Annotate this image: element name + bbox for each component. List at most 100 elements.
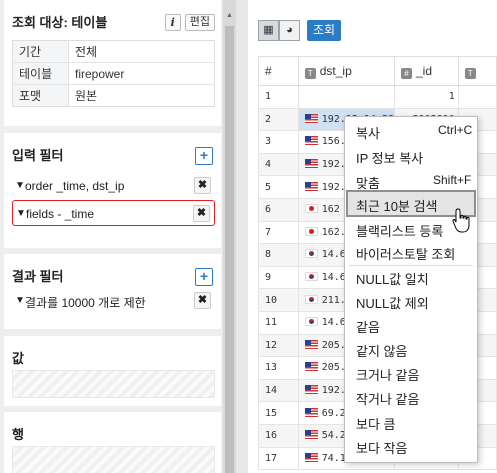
row-number-cell: 14 bbox=[258, 378, 299, 403]
menu-item-gte[interactable]: 크거나 같음 bbox=[356, 365, 419, 384]
dst-ip-text: 69.2 bbox=[321, 407, 346, 419]
table-view-button[interactable]: ▦ bbox=[258, 20, 279, 41]
menu-shortcut: Ctrl+C bbox=[438, 123, 473, 137]
row-number-cell: 11 bbox=[258, 310, 299, 335]
input-filter-item[interactable]: ▼ order _time, dst_ip ✖ bbox=[12, 173, 215, 199]
value-card: 값 bbox=[4, 336, 221, 406]
column-header-dst-ip[interactable]: Tdst_ip bbox=[297, 56, 396, 86]
dst-ip-cell[interactable] bbox=[297, 85, 396, 109]
edit-button[interactable]: 편집 bbox=[184, 14, 215, 31]
menu-item-null-exclude[interactable]: NULL값 제외 bbox=[356, 293, 429, 312]
hand-pointer-cursor-icon bbox=[452, 208, 470, 233]
dst-ip-text: 14.6 bbox=[321, 249, 346, 261]
dst-ip-text: 14.6 bbox=[321, 317, 346, 329]
menu-item-null-match[interactable]: NULL값 일치 bbox=[356, 269, 429, 288]
country-flag-icon bbox=[304, 113, 318, 123]
info-button[interactable]: i bbox=[164, 14, 181, 31]
dst-ip-text: 211. bbox=[321, 294, 346, 306]
menu-item-gt[interactable]: 보다 큼 bbox=[356, 414, 396, 433]
filter-text: fields - _time bbox=[26, 207, 95, 221]
value-title: 값 bbox=[12, 351, 24, 366]
country-flag-icon bbox=[304, 452, 318, 462]
number-type-icon: # bbox=[401, 67, 412, 79]
filter-icon: ▼ bbox=[15, 295, 25, 306]
dst-ip-text: 205. bbox=[321, 339, 346, 351]
row-title: 행 bbox=[12, 427, 24, 442]
country-flag-icon bbox=[304, 294, 318, 304]
menu-item-equal[interactable]: 같음 bbox=[356, 317, 380, 336]
result-filter-title: 결과 필터 bbox=[12, 269, 64, 284]
country-flag-icon bbox=[304, 407, 318, 417]
menu-item-lt[interactable]: 보다 작음 bbox=[356, 438, 407, 457]
filter-icon: ▼ bbox=[15, 180, 25, 191]
remove-filter-button[interactable]: ✖ bbox=[194, 292, 211, 309]
country-flag-icon bbox=[304, 339, 318, 349]
column-header-rownum[interactable]: # bbox=[258, 56, 299, 86]
input-filter-item[interactable]: ▼ fields - _time ✖ bbox=[12, 200, 215, 226]
id-cell[interactable]: 1 bbox=[394, 85, 459, 109]
meta-key: 기간 bbox=[12, 40, 69, 63]
row-number-cell: 8 bbox=[258, 243, 299, 267]
menu-item-not-equal[interactable]: 같지 않음 bbox=[356, 341, 407, 360]
row-number-cell: 13 bbox=[258, 356, 299, 380]
dst-ip-text: 162 bbox=[321, 204, 340, 216]
string-type-icon: T bbox=[304, 67, 316, 79]
country-flag-icon bbox=[304, 362, 318, 372]
table-row[interactable]: 11 bbox=[258, 85, 497, 109]
meta-value: 원본 bbox=[75, 89, 98, 103]
country-flag-icon bbox=[304, 159, 318, 169]
meta-value: 전체 bbox=[68, 40, 215, 63]
scrollbar-thumb[interactable] bbox=[225, 26, 234, 473]
remove-filter-button[interactable]: ✖ bbox=[193, 205, 210, 222]
context-menu: 복사 Ctrl+C IP 정보 복사 맞춤 Shift+F 최근 10분 검색 블랙… bbox=[344, 116, 478, 463]
row-number-cell: 9 bbox=[258, 265, 299, 290]
add-input-filter-button[interactable]: + bbox=[195, 147, 213, 165]
row-number-cell: 5 bbox=[258, 175, 299, 199]
row-number-cell: 7 bbox=[258, 220, 299, 245]
result-filter-card: 결과 필터 + ▼ 결과를 10000 개로 제한 ✖ bbox=[4, 254, 221, 329]
menu-item-search-last-10min[interactable]: 최근 10분 검색 bbox=[356, 196, 437, 215]
row-number-cell: 6 bbox=[258, 197, 299, 222]
value-drop-zone[interactable] bbox=[12, 370, 215, 398]
menu-item-copy-ip-info[interactable]: IP 정보 복사 bbox=[356, 148, 423, 167]
meta-value: firepower bbox=[68, 62, 215, 85]
input-filter-title: 입력 필터 bbox=[12, 148, 64, 163]
column-header-id[interactable]: # _id bbox=[394, 56, 459, 86]
dst-ip-text: 192. bbox=[321, 181, 346, 193]
menu-item-virustotal[interactable]: 바이러스토탈 조회 bbox=[356, 244, 455, 263]
row-number-cell: 12 bbox=[258, 333, 299, 358]
row-card: 행 bbox=[4, 412, 221, 473]
meta-row-period: 기간 전체 bbox=[12, 40, 215, 63]
result-filter-item[interactable]: ▼ 결과를 10000 개로 제한 ✖ bbox=[12, 288, 215, 314]
menu-item-lte[interactable]: 작거나 같음 bbox=[356, 389, 419, 408]
column-header-extra[interactable]: T bbox=[457, 56, 497, 86]
row-number-cell: 1 bbox=[258, 85, 299, 109]
row-number-cell: 10 bbox=[258, 288, 299, 312]
chart-view-button[interactable]: ◕ bbox=[279, 20, 300, 41]
menu-item-copy[interactable]: 복사 Ctrl+C bbox=[356, 123, 472, 142]
menu-item-fit[interactable]: 맞춤 Shift+F bbox=[356, 173, 471, 192]
query-target-actions: i 편집 bbox=[164, 14, 215, 31]
query-button[interactable]: 조회 bbox=[307, 20, 342, 41]
row-number-cell: 4 bbox=[258, 152, 299, 177]
scroll-up-arrow-icon[interactable]: ▲ bbox=[226, 12, 233, 19]
query-config-panel: 조회 대상: 테이블 i 편집 기간 전체 테이블 firepower 포맷 원… bbox=[0, 0, 222, 473]
filter-text: order _time, dst_ip bbox=[25, 179, 125, 193]
meta-key: 포맷 bbox=[12, 84, 69, 107]
country-flag-icon bbox=[304, 204, 318, 214]
row-drop-zone[interactable] bbox=[12, 446, 215, 473]
row-number-cell: 17 bbox=[258, 446, 299, 471]
meta-row-table: 테이블 firepower bbox=[12, 62, 215, 85]
extra-cell[interactable] bbox=[457, 85, 497, 109]
dst-ip-text: 192. bbox=[321, 385, 346, 397]
add-result-filter-button[interactable]: + bbox=[195, 268, 213, 286]
string-type-icon: T bbox=[464, 67, 476, 79]
menu-item-blacklist[interactable]: 블랙리스트 등록 bbox=[356, 221, 443, 240]
remove-filter-button[interactable]: ✖ bbox=[194, 177, 211, 194]
menu-shortcut: Shift+F bbox=[433, 173, 472, 187]
left-scrollbar[interactable]: ▲ bbox=[223, 0, 236, 473]
dst-ip-text: 162. bbox=[321, 226, 346, 238]
input-filter-card: 입력 필터 + ▼ order _time, dst_ip ✖ ▼ fields… bbox=[4, 133, 221, 248]
row-number-cell: 2 bbox=[258, 107, 299, 132]
country-flag-icon bbox=[304, 136, 318, 146]
